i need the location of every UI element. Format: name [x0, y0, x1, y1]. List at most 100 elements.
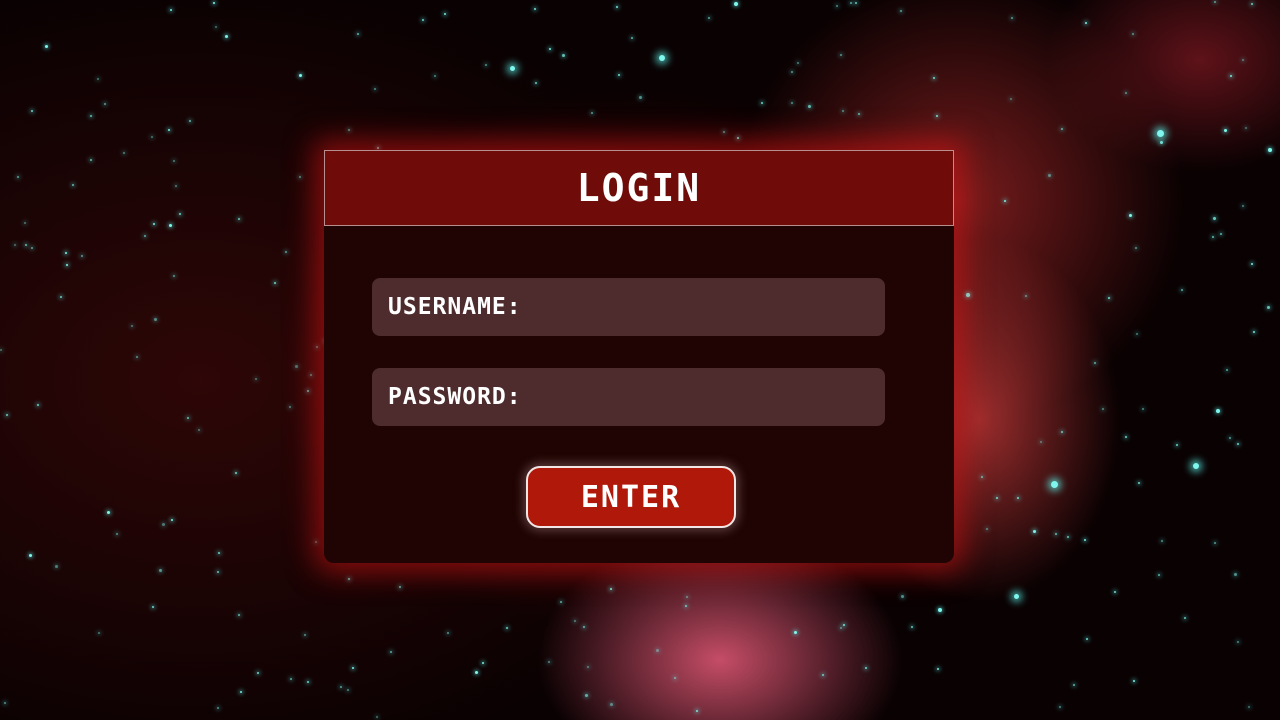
star-dot [610, 703, 613, 706]
login-panel: LOGIN USERNAME: PASSWORD: ENTER [324, 150, 954, 563]
star-dot [761, 102, 763, 104]
password-input[interactable] [529, 376, 885, 418]
star-dot [791, 71, 793, 73]
star-dot [310, 374, 312, 376]
star-dot [28, 553, 32, 557]
star-dot [1253, 331, 1255, 333]
star-dot [1050, 480, 1058, 488]
star-dot [295, 365, 298, 368]
star-dot [482, 662, 484, 664]
star-dot [1214, 1, 1216, 3]
star-dot [285, 251, 287, 253]
star-dot [793, 630, 797, 634]
star-dot [217, 707, 219, 709]
star-dot [843, 624, 845, 626]
star-dot [685, 605, 687, 607]
star-dot [1133, 680, 1135, 682]
star-dot [986, 528, 988, 530]
star-dot [1061, 128, 1063, 130]
star-dot [90, 115, 92, 117]
star-dot [218, 552, 220, 554]
star-dot [357, 33, 359, 35]
star-dot [72, 184, 74, 186]
star-dot [981, 476, 983, 478]
star-dot [1013, 593, 1019, 599]
star-dot [1011, 17, 1013, 19]
star-dot [1084, 539, 1086, 541]
star-dot [1156, 129, 1164, 137]
star-dot [1102, 408, 1104, 410]
star-dot [0, 349, 2, 351]
star-dot [225, 35, 228, 38]
star-dot [152, 606, 154, 608]
star-dot [217, 571, 219, 573]
star-dot [66, 264, 68, 266]
star-dot [474, 670, 478, 674]
star-dot [1142, 408, 1144, 410]
star-dot [1181, 289, 1183, 291]
star-dot [933, 77, 935, 79]
star-dot [734, 2, 738, 6]
star-dot [168, 223, 172, 227]
star-dot [31, 247, 33, 249]
star-dot [855, 2, 857, 4]
star-dot [674, 677, 676, 679]
star-dot [1237, 443, 1239, 445]
star-dot [1193, 463, 1199, 469]
star-dot [936, 115, 938, 117]
star-dot [901, 595, 904, 598]
star-dot [65, 252, 67, 254]
star-dot [534, 8, 536, 10]
star-dot [631, 37, 633, 39]
star-dot [797, 62, 799, 64]
star-dot [173, 160, 175, 162]
star-dot [587, 666, 589, 668]
star-dot [104, 103, 106, 105]
star-dot [352, 667, 354, 669]
star-dot [911, 626, 913, 628]
star-dot [316, 346, 318, 348]
enter-button[interactable]: ENTER [526, 466, 736, 528]
star-dot [290, 678, 292, 680]
star-dot [1004, 200, 1006, 202]
star-dot [1085, 22, 1087, 24]
star-dot [1094, 362, 1096, 364]
star-dot [585, 694, 588, 697]
star-dot [304, 634, 306, 636]
star-dot [422, 19, 424, 21]
star-dot [447, 632, 449, 634]
star-dot [737, 137, 739, 139]
star-dot [81, 255, 83, 257]
star-dot [116, 533, 118, 535]
star-dot [255, 378, 257, 380]
username-input[interactable] [529, 286, 885, 328]
star-dot [24, 222, 26, 224]
star-dot [307, 681, 309, 683]
star-dot [616, 6, 618, 8]
username-field[interactable]: USERNAME: [372, 278, 885, 336]
star-dot [189, 120, 191, 122]
star-dot [708, 17, 710, 19]
password-field[interactable]: PASSWORD: [372, 368, 885, 426]
star-dot [390, 651, 392, 653]
star-dot [315, 541, 317, 543]
star-dot [591, 112, 593, 114]
star-dot [168, 129, 170, 131]
login-header: LOGIN [324, 150, 954, 226]
star-dot [850, 2, 852, 4]
star-dot [106, 510, 110, 514]
star-dot [1086, 638, 1088, 640]
star-dot [1040, 441, 1042, 443]
star-dot [509, 65, 515, 71]
star-dot [1073, 684, 1075, 686]
star-dot [187, 417, 189, 419]
star-dot [348, 578, 350, 580]
star-dot [171, 519, 173, 521]
star-dot [1136, 333, 1138, 335]
star-dot [1223, 128, 1227, 132]
password-label: PASSWORD: [388, 384, 522, 410]
star-dot [37, 404, 39, 406]
star-dot [996, 497, 998, 499]
star-dot [235, 472, 237, 474]
star-dot [1230, 75, 1232, 77]
